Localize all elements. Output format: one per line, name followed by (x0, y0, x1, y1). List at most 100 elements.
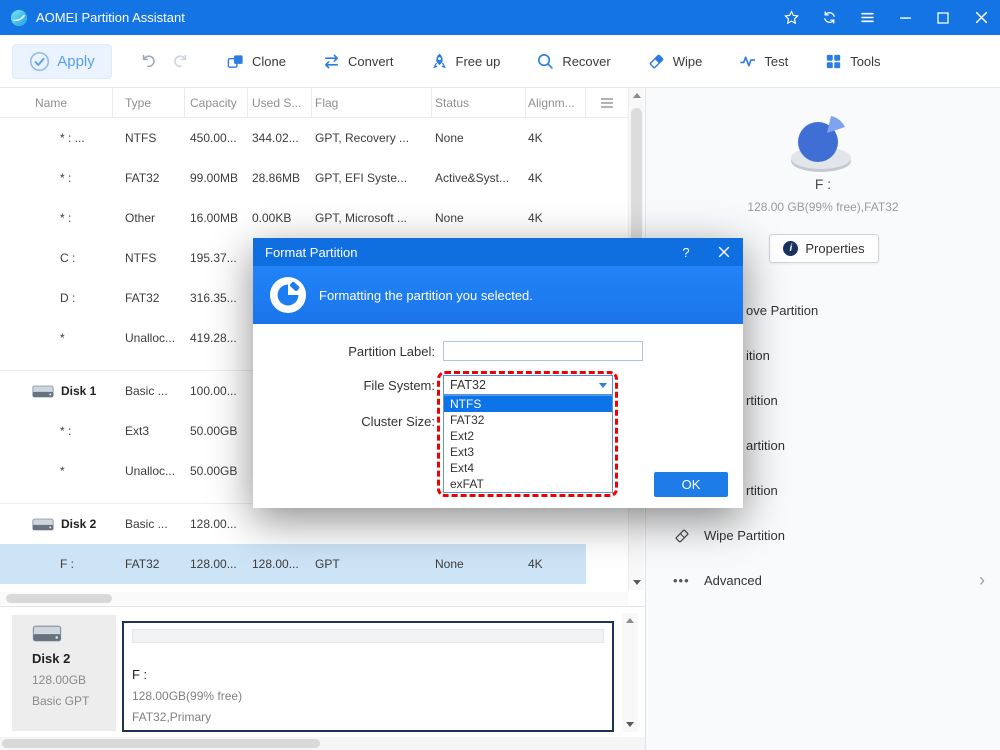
column-header[interactable]: Used S... (248, 88, 312, 117)
sync-icon[interactable] (810, 0, 848, 35)
partition-label-input[interactable] (443, 341, 643, 361)
scroll-up-arrow[interactable] (629, 88, 644, 103)
file-system-option[interactable]: exFAT (444, 476, 612, 492)
cell: * : (0, 158, 113, 198)
toolbar-tools-button[interactable]: Tools (824, 52, 881, 71)
app-logo-icon (10, 9, 28, 27)
toolbar-convert-button[interactable]: Convert (322, 52, 394, 71)
row-name: * (60, 464, 65, 478)
row-name: Disk 1 (61, 384, 97, 398)
partition-block-selected[interactable]: F : 128.00GB(99% free) FAT32,Primary (122, 621, 614, 732)
column-header[interactable]: Status (432, 88, 526, 117)
sidebar-item-advanced[interactable]: ••• Advanced › (646, 558, 1000, 603)
row-name: * : (60, 424, 72, 438)
scroll-thumb[interactable] (6, 594, 112, 603)
cell: Ext3 (125, 424, 150, 438)
toolbar: Apply Clone Convert Free up Recover Wipe Test… (0, 35, 1000, 88)
toolbar-clone-button[interactable]: Clone (226, 52, 286, 71)
toolbar-button-label: Test (764, 53, 789, 69)
diskmap-vertical-scrollbar[interactable] (622, 613, 638, 732)
row-name: F : (60, 557, 74, 571)
properties-button[interactable]: i Properties (769, 234, 879, 263)
cell: * (0, 318, 113, 358)
table-row[interactable]: * : FAT32 99.00MB 28.86MB GPT, EFI Syste... A… (0, 158, 586, 198)
cell: * : ... (0, 118, 113, 158)
star-icon[interactable] (772, 0, 810, 35)
maximize-button[interactable] (924, 0, 962, 35)
table-horizontal-scrollbar[interactable] (0, 592, 628, 605)
hamburger-menu-icon[interactable] (848, 0, 886, 35)
column-header[interactable]: Alignm... (526, 88, 586, 117)
cell: None (435, 557, 464, 571)
dialog-header: Formatting the partition you selected. (253, 266, 743, 324)
cell: FAT32 (125, 291, 160, 305)
file-system-list: NTFS FAT32 Ext2 Ext3 Ext4 exFAT (443, 395, 613, 493)
table-header: Name Type Capacity Used S... Flag Status Align… (0, 88, 628, 118)
test-icon (738, 52, 757, 71)
file-system-option[interactable]: NTFS (444, 396, 612, 412)
scroll-thumb[interactable] (2, 739, 320, 748)
close-button[interactable] (962, 0, 1000, 35)
toolbar-button-label: Convert (347, 53, 394, 69)
disk-icon (32, 518, 54, 531)
file-system-value: FAT32 (450, 378, 486, 392)
column-settings-icon[interactable] (600, 97, 614, 112)
file-system-option[interactable]: Ext2 (444, 428, 612, 444)
cell (526, 504, 586, 544)
scroll-down-arrow[interactable] (629, 575, 644, 590)
toolbar-recover-button[interactable]: Recover (536, 52, 611, 71)
cell: 16.00MB (190, 211, 239, 225)
scroll-up-arrow[interactable] (622, 613, 637, 628)
cell: 128.00... (190, 557, 237, 571)
toolbar-buttons: Clone Convert Free up Recover Wipe Test Tools (226, 35, 881, 87)
sidebar-item-label: Wipe Partition (704, 528, 785, 543)
wipe-partition-icon (673, 527, 691, 545)
file-system-dropdown[interactable]: FAT32 (443, 375, 613, 395)
file-system-option[interactable]: Ext3 (444, 444, 612, 460)
redo-icon[interactable] (172, 52, 189, 74)
diskmap-horizontal-scrollbar[interactable] (0, 737, 645, 750)
cell: None (435, 131, 464, 145)
disk-info-box[interactable]: Disk 2 128.00GB Basic GPT (12, 615, 116, 731)
toolbar-free-up-button[interactable]: Free up (430, 52, 500, 71)
toolbar-test-button[interactable]: Test (738, 52, 788, 71)
format-partition-icon (269, 276, 307, 314)
sidebar-item-label: artition (746, 438, 786, 453)
cell: F : (0, 544, 113, 584)
partition-block-info: 128.00GB(99% free) (132, 689, 243, 703)
table-row[interactable]: Disk 2 Basic ... 128.00... (0, 503, 586, 544)
file-system-option[interactable]: Ext4 (444, 460, 612, 476)
minimize-button[interactable] (886, 0, 924, 35)
cell: 128.00... (190, 517, 237, 531)
table-row[interactable]: * : Other 16.00MB 0.00KB GPT, Microsoft ... N… (0, 198, 586, 238)
disk-icon (32, 385, 54, 398)
cell: 4K (528, 211, 543, 225)
table-row[interactable]: F : FAT32 128.00... 128.00... GPT None 4K (0, 544, 586, 584)
column-header[interactable]: Name (0, 88, 113, 117)
dialog-close-button[interactable] (705, 238, 743, 266)
selected-partition-info: 128.00 GB(99% free),FAT32 (747, 200, 899, 214)
cell: Unalloc... (125, 331, 176, 345)
sidebar-item-label: Advanced (704, 573, 762, 588)
cell: Basic ... (125, 517, 168, 531)
row-name: Disk 2 (61, 517, 97, 531)
column-header[interactable]: Capacity (185, 88, 248, 117)
cell: 99.00MB (190, 171, 239, 185)
ok-button[interactable]: OK (654, 472, 728, 497)
cell: 28.86MB (252, 171, 301, 185)
table-row[interactable]: * : ... NTFS 450.00... 344.02... GPT, Recove… (0, 118, 586, 158)
toolbar-wipe-button[interactable]: Wipe (647, 52, 702, 71)
column-header[interactable]: Flag (312, 88, 432, 117)
sidebar-item-wipe-partition[interactable]: Wipe Partition (646, 513, 1000, 558)
undo-icon[interactable] (140, 52, 157, 74)
scroll-down-arrow[interactable] (622, 717, 637, 732)
cell: GPT, EFI Syste... (315, 171, 408, 185)
dialog-help-button[interactable]: ? (667, 238, 705, 266)
file-system-option[interactable]: FAT32 (444, 412, 612, 428)
wipe-icon (647, 52, 666, 71)
column-header[interactable]: Type (113, 88, 185, 117)
apply-button[interactable]: Apply (12, 44, 112, 79)
cell: 195.37... (190, 251, 237, 265)
cell: 316.35... (190, 291, 237, 305)
freeup-icon (430, 52, 449, 71)
